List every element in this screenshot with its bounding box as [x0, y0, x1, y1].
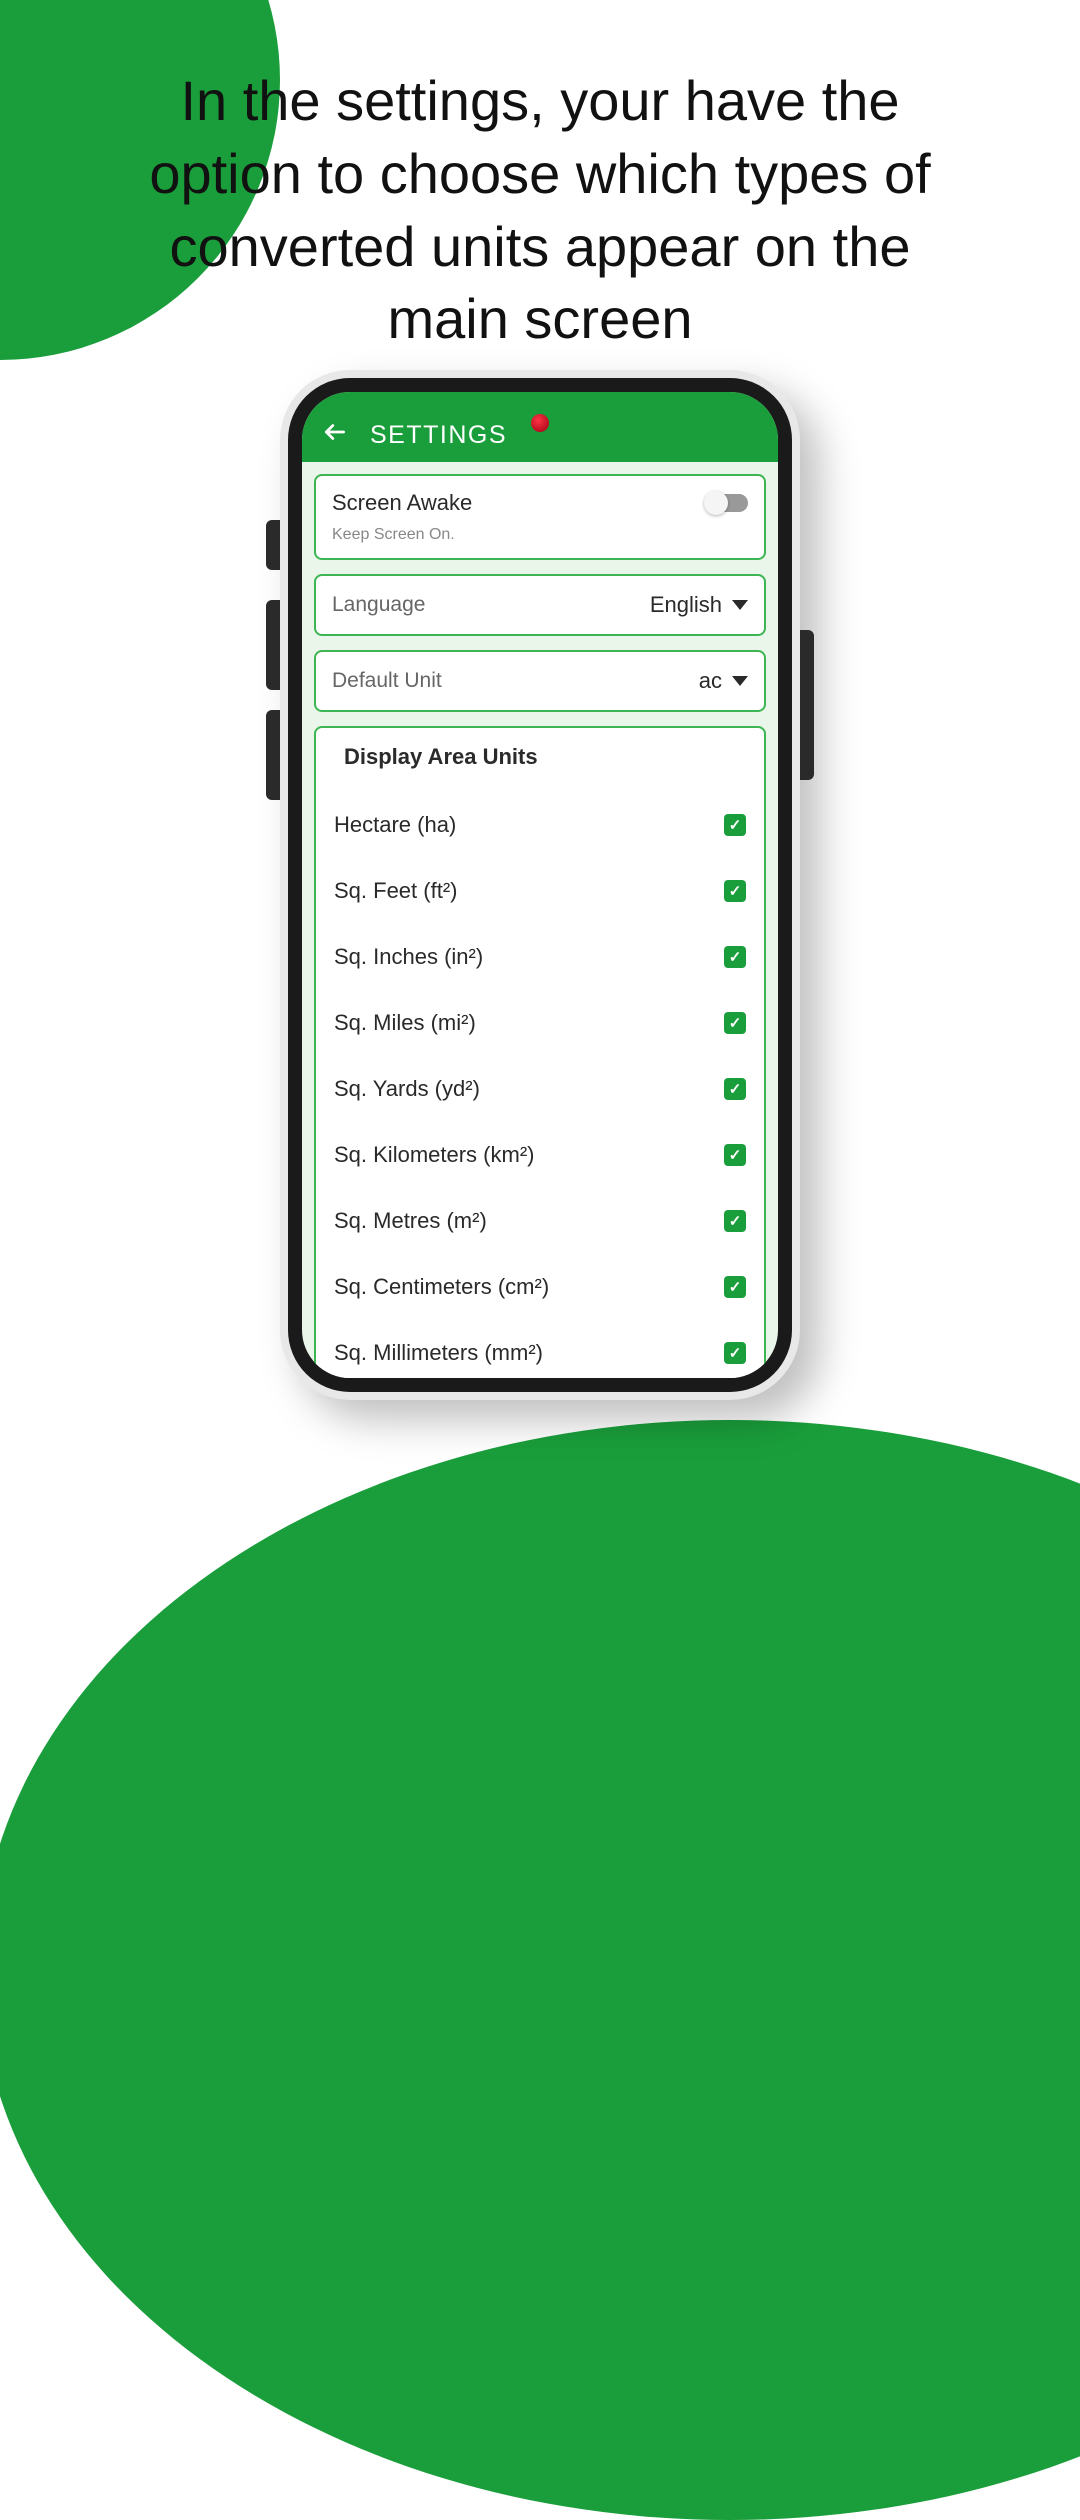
screen: SETTINGS Screen Awake Keep Screen On. La… — [302, 392, 778, 1378]
checkbox-checked-icon[interactable]: ✓ — [724, 1078, 746, 1100]
phone-frame: SETTINGS Screen Awake Keep Screen On. La… — [288, 378, 792, 1392]
language-value: English — [650, 592, 722, 618]
screen-awake-title: Screen Awake — [332, 490, 472, 516]
language-dropdown[interactable]: Language English — [314, 574, 766, 636]
app-bar-title: SETTINGS — [370, 421, 507, 450]
unit-label: Sq. Feet (ft²) — [334, 878, 457, 904]
camera-icon — [531, 414, 549, 432]
default-unit-value: ac — [699, 668, 722, 694]
screen-awake-toggle[interactable] — [708, 494, 748, 512]
unit-label: Hectare (ha) — [334, 812, 456, 838]
unit-row-sqmiles[interactable]: Sq. Miles (mi²) ✓ — [334, 990, 746, 1056]
unit-label: Sq. Metres (m²) — [334, 1208, 487, 1234]
unit-row-sqm[interactable]: Sq. Metres (m²) ✓ — [334, 1188, 746, 1254]
unit-label: Sq. Centimeters (cm²) — [334, 1274, 549, 1300]
checkbox-checked-icon[interactable]: ✓ — [724, 946, 746, 968]
screen-awake-subtitle: Keep Screen On. — [332, 526, 748, 544]
default-unit-label: Default Unit — [332, 669, 442, 693]
headline-text: In the settings, your have the option to… — [130, 65, 950, 356]
unit-label: Sq. Millimeters (mm²) — [334, 1340, 543, 1366]
settings-content: Screen Awake Keep Screen On. Language En… — [302, 462, 778, 1378]
unit-label: Sq. Kilometers (km²) — [334, 1142, 534, 1168]
toggle-knob — [704, 491, 728, 515]
display-units-header: Display Area Units — [334, 744, 746, 770]
screen-awake-card: Screen Awake Keep Screen On. — [314, 474, 766, 560]
checkbox-checked-icon[interactable]: ✓ — [724, 880, 746, 902]
unit-row-hectare[interactable]: Hectare (ha) ✓ — [334, 792, 746, 858]
chevron-down-icon — [732, 676, 748, 686]
checkbox-checked-icon[interactable]: ✓ — [724, 1144, 746, 1166]
display-units-section: Display Area Units Hectare (ha) ✓ Sq. Fe… — [314, 726, 766, 1378]
phone-mockup: SETTINGS Screen Awake Keep Screen On. La… — [280, 370, 800, 1400]
checkbox-checked-icon[interactable]: ✓ — [724, 1342, 746, 1364]
unit-row-sqyards[interactable]: Sq. Yards (yd²) ✓ — [334, 1056, 746, 1122]
decorative-shape-bottom — [0, 1420, 1080, 2520]
checkbox-checked-icon[interactable]: ✓ — [724, 1210, 746, 1232]
unit-row-sqfeet[interactable]: Sq. Feet (ft²) ✓ — [334, 858, 746, 924]
unit-label: Sq. Miles (mi²) — [334, 1010, 476, 1036]
phone-hardware-button — [266, 600, 280, 690]
unit-label: Sq. Inches (in²) — [334, 944, 483, 970]
unit-row-sqmm[interactable]: Sq. Millimeters (mm²) ✓ — [334, 1320, 746, 1378]
default-unit-dropdown[interactable]: Default Unit ac — [314, 650, 766, 712]
phone-hardware-button — [266, 520, 280, 570]
chevron-down-icon — [732, 600, 748, 610]
back-arrow-icon[interactable] — [322, 419, 348, 450]
unit-row-sqinches[interactable]: Sq. Inches (in²) ✓ — [334, 924, 746, 990]
checkbox-checked-icon[interactable]: ✓ — [724, 814, 746, 836]
unit-row-sqcm[interactable]: Sq. Centimeters (cm²) ✓ — [334, 1254, 746, 1320]
phone-hardware-button — [266, 710, 280, 800]
checkbox-checked-icon[interactable]: ✓ — [724, 1012, 746, 1034]
language-label: Language — [332, 593, 425, 617]
unit-row-sqkm[interactable]: Sq. Kilometers (km²) ✓ — [334, 1122, 746, 1188]
checkbox-checked-icon[interactable]: ✓ — [724, 1276, 746, 1298]
phone-hardware-button — [800, 630, 814, 780]
unit-label: Sq. Yards (yd²) — [334, 1076, 480, 1102]
